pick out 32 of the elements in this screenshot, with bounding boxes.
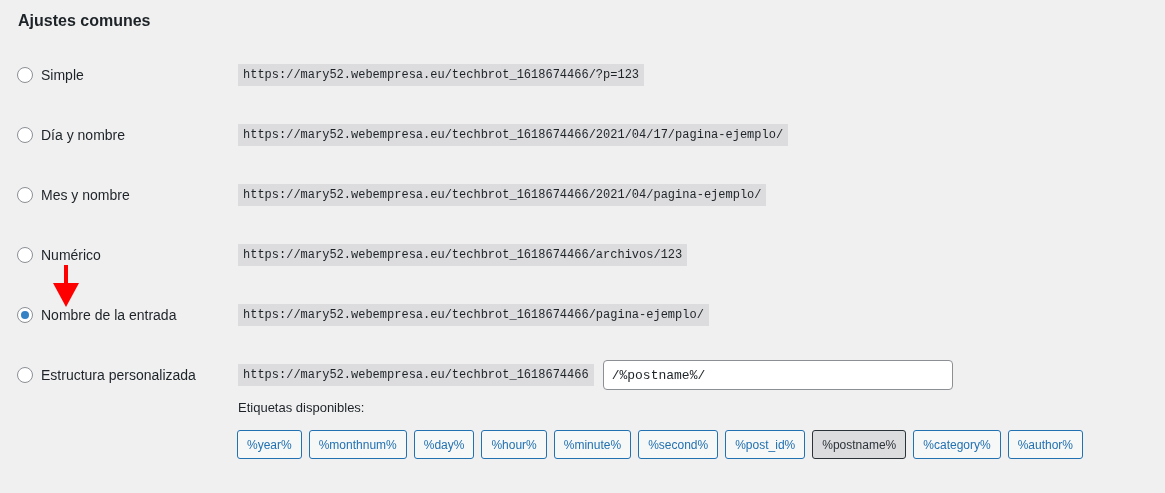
url-example: https://mary52.webempresa.eu/techbrot_1618674466 [238, 364, 594, 386]
radio-button[interactable] [17, 187, 33, 203]
tag-button[interactable]: %year% [237, 430, 302, 459]
url-example: https://mary52.webempresa.eu/techbrot_1618674466/2021/04/17/pagina-ejemplo/ [238, 124, 789, 146]
url-example: https://mary52.webempresa.eu/techbrot_1618674466/archivos/123 [238, 244, 688, 266]
url-example: https://mary52.webempresa.eu/techbrot_1618674466/pagina-ejemplo/ [238, 304, 709, 326]
option-label[interactable]: Mes y nombre [41, 184, 130, 206]
tag-button[interactable]: %monthnum% [308, 430, 407, 459]
option-label[interactable]: Día y nombre [41, 124, 126, 146]
option-label[interactable]: Simple [41, 64, 84, 86]
structure-input[interactable]: /%postname%/ [602, 360, 953, 390]
radio-button[interactable] [17, 127, 33, 143]
tag-button[interactable]: %hour% [481, 430, 547, 459]
tag-button[interactable]: %day% [413, 430, 475, 459]
tags-label: Etiquetas disponibles: [238, 399, 365, 417]
option-label[interactable]: Numérico [41, 244, 101, 266]
arrow-drawing [53, 265, 79, 307]
tag-button[interactable]: %second% [638, 430, 719, 459]
radio-button[interactable] [17, 67, 33, 83]
tag-button[interactable]: %category% [913, 430, 1001, 459]
radio-button[interactable] [17, 307, 33, 323]
url-example: https://mary52.webempresa.eu/techbrot_1618674466/?p=123 [238, 64, 645, 86]
url-example: https://mary52.webempresa.eu/techbrot_1618674466/2021/04/pagina-ejemplo/ [238, 184, 767, 206]
option-label[interactable]: Estructura personalizada [41, 364, 196, 386]
tag-button[interactable]: %postname% [812, 430, 907, 459]
tag-button[interactable]: %minute% [553, 430, 632, 459]
section-heading: Ajustes comunes [18, 11, 151, 31]
radio-button[interactable] [17, 367, 33, 383]
option-label[interactable]: Nombre de la entrada [41, 304, 177, 326]
tag-button[interactable]: %author% [1007, 430, 1084, 459]
tag-button[interactable]: %post_id% [725, 430, 806, 459]
radio-button[interactable] [17, 247, 33, 263]
